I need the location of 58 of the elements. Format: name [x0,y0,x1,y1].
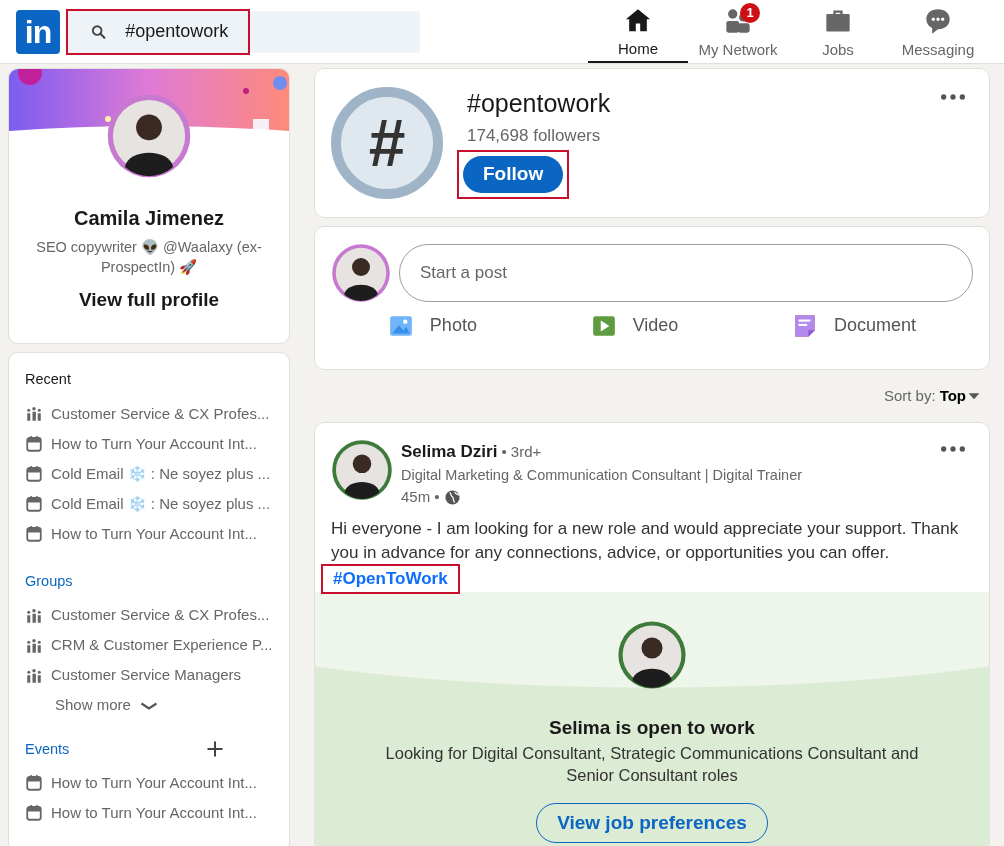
section-title: Recent [25,370,71,389]
calendar-icon [25,524,43,543]
sidebar-item[interactable]: Customer Service & CX Profes... [25,600,273,631]
banner-description: Looking for Digital Consultant, Strategic Communications Consultant and Senior Consultant roles [384,743,920,787]
post-text: Hi everyone - I am looking for a new role and would appreciate your support. Thank you in advance for any connections, advice, or opportunities you can offer. [330,517,960,565]
sidebar-item[interactable]: CRM & Customer Experience P... [25,630,273,661]
group-icon [25,606,43,625]
sort-label: Sort by: [883,385,936,406]
nav-tab[interactable]: Jobs [788,0,888,63]
section-title[interactable]: Groups [25,570,73,593]
post-action-button[interactable]: Video [584,311,685,340]
sidebar-item[interactable]: How to Turn Your Account Int... [25,428,273,459]
sidebar-item[interactable]: How to Turn Your Account Int... [25,518,273,549]
banner-title: Selima is open to work [549,715,755,740]
post-action-button[interactable]: Photo [381,311,483,340]
post-action-button[interactable]: Document [786,311,923,340]
author-name[interactable]: Selima Dziri [401,439,498,465]
avatar [331,439,393,501]
section-title[interactable]: Events [25,738,70,761]
notification-badge: 1 [740,3,760,23]
calendar-icon [25,774,43,793]
logo[interactable]: in [16,9,60,54]
sidebar-item[interactable]: How to Turn Your Account Int... [25,798,273,829]
sidebar-item[interactable]: Cold Email ❄ : Ne soyez plus ... [25,488,273,519]
author-headline: Digital Marketing & Communication Consultant | Digital Trainer [401,465,803,485]
group-icon [25,666,43,685]
avatar [617,619,687,690]
calendar-icon [25,434,43,453]
sort-dropdown[interactable]: Top [939,384,982,408]
chat-icon [924,7,952,35]
avatar [331,243,391,303]
profile-headline: SEO copywriter 👽 @Waalaxy (ex-ProspectIn) 🚀 [35,238,263,278]
add-icon[interactable] [205,739,225,760]
calendar-icon [25,804,43,823]
show-more-button[interactable]: Show more [55,690,159,721]
sidebar-item[interactable]: Customer Service Managers [25,660,273,691]
nav-tab[interactable]: Messaging [888,0,988,63]
profile-link[interactable]: View full profile [78,285,220,315]
post-time: 45m • [401,487,440,508]
sidebar-item[interactable]: Cold Email ❄ : Ne soyez plus ... [25,458,273,489]
hashtag-name: #opentowork [467,88,611,119]
group-icon [25,404,43,423]
calendar-icon [25,494,43,513]
home-icon [624,7,652,34]
profile-name[interactable]: Camila Jimenez [73,203,225,233]
connection-degree: • 3rd+ [501,442,542,462]
nav-tab[interactable]: Home [588,0,688,63]
sidebar-item[interactable]: Customer Service & CX Profes... [25,398,273,429]
start-post-field[interactable]: Start a post [399,244,973,302]
calendar-icon [25,464,43,483]
group-icon [25,636,43,655]
nav-tab[interactable]: My Network 1 [688,0,788,63]
hashtag-link[interactable]: #OpenToWork [333,569,448,589]
follower-count: 174,698 followers [467,124,602,147]
follow-button[interactable]: Follow [463,156,564,193]
globe-icon [443,489,461,506]
sidebar-item[interactable]: How to Turn Your Account Int... [25,768,273,799]
hashtag-logo: # [331,87,443,199]
